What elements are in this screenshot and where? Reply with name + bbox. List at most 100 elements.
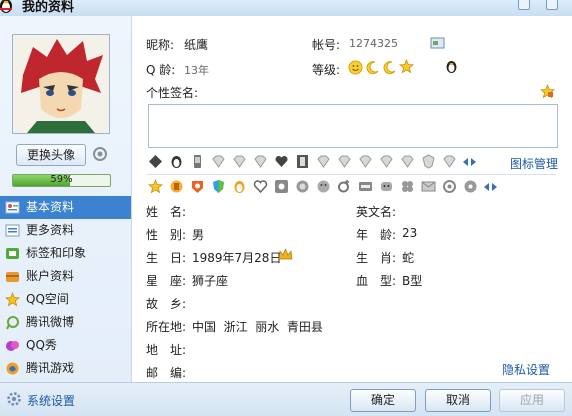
qq-penguin-icon[interactable] bbox=[169, 154, 184, 169]
gear-icon[interactable] bbox=[6, 391, 22, 407]
postcode-label: 邮 编: bbox=[146, 366, 187, 380]
sidebar-item-qqshow[interactable]: QQ秀 bbox=[0, 334, 131, 357]
signature-input[interactable] bbox=[148, 104, 558, 148]
scroll-left-arrow[interactable] bbox=[484, 183, 489, 191]
change-avatar-button[interactable]: 更换头像 bbox=[16, 144, 86, 166]
diamond-icon[interactable] bbox=[211, 154, 226, 169]
smiley-icon[interactable] bbox=[316, 179, 331, 194]
sidebar-item-label: 账户资料 bbox=[26, 269, 75, 283]
id-card-icon[interactable] bbox=[430, 36, 445, 51]
account-icon bbox=[6, 272, 19, 282]
qq-penguin-icon[interactable] bbox=[232, 179, 247, 194]
shield-s-icon[interactable] bbox=[421, 154, 436, 169]
profile-card-icon bbox=[5, 201, 20, 214]
cancel-button[interactable]: 取消 bbox=[425, 389, 491, 412]
apply-button[interactable]: 应用 bbox=[499, 389, 565, 412]
sidebar-item-account[interactable]: 账户资料 bbox=[0, 265, 131, 288]
sidebar-item-weibo[interactable]: 腾讯微博 bbox=[0, 311, 131, 334]
diamond-icon[interactable] bbox=[379, 154, 394, 169]
diamond-icon[interactable] bbox=[358, 154, 373, 169]
sidebar-item-label: QQ秀 bbox=[26, 338, 57, 352]
weibo-icon bbox=[6, 316, 19, 330]
level-label: 等级: bbox=[312, 63, 341, 77]
birthday-value: 1989年7月28日 bbox=[192, 251, 282, 265]
sidebar-item-more-info[interactable]: 更多资料 bbox=[0, 219, 131, 242]
sidebar-item-label: 腾讯微博 bbox=[26, 315, 75, 329]
ring-icon[interactable] bbox=[442, 179, 457, 194]
qq-penguin-icon bbox=[0, 0, 12, 13]
scroll-right-arrow[interactable] bbox=[492, 183, 497, 191]
age-value: 23 bbox=[402, 226, 418, 240]
minimize-button[interactable] bbox=[518, 0, 530, 10]
location-label: 所在地: bbox=[146, 320, 187, 334]
hometown-label: 故 乡: bbox=[146, 297, 187, 311]
signature-label: 个性签名: bbox=[146, 86, 199, 100]
film-icon[interactable] bbox=[295, 154, 310, 169]
sidebar-item-label: 腾讯游戏 bbox=[26, 361, 75, 375]
game-icon bbox=[6, 362, 19, 375]
diamond-icon[interactable] bbox=[442, 154, 457, 169]
sidebar-item-games[interactable]: 腾讯游戏 bbox=[0, 357, 131, 380]
q-plus-icon[interactable] bbox=[337, 179, 352, 194]
diamond-icon[interactable] bbox=[400, 154, 415, 169]
badge-icon[interactable] bbox=[190, 179, 205, 194]
nickname-label: 昵称: bbox=[146, 38, 175, 52]
heart-icon[interactable] bbox=[274, 154, 289, 169]
privacy-settings-link[interactable]: 隐私设置 bbox=[502, 361, 550, 378]
robot-icon[interactable] bbox=[379, 179, 394, 194]
system-settings-link[interactable]: 系统设置 bbox=[27, 392, 75, 409]
star-edit-icon[interactable] bbox=[540, 84, 555, 99]
tag-icon bbox=[6, 248, 19, 259]
divider bbox=[146, 174, 556, 175]
heart-icon[interactable] bbox=[253, 179, 268, 194]
avatar[interactable] bbox=[12, 34, 110, 134]
blood-label: 血 型: bbox=[356, 274, 397, 288]
sidebar-item-label: 标签和印象 bbox=[26, 246, 87, 260]
phone-icon[interactable] bbox=[190, 154, 205, 169]
sidebar-item-tags[interactable]: 标签和印象 bbox=[0, 242, 131, 265]
sidebar-item-label: 基本资料 bbox=[26, 200, 75, 214]
clover-icon[interactable] bbox=[400, 179, 415, 194]
sidebar-item-label: 更多资料 bbox=[26, 223, 75, 237]
mail-icon[interactable] bbox=[421, 179, 436, 194]
music-icon[interactable] bbox=[274, 179, 289, 194]
camera-icon[interactable] bbox=[92, 146, 108, 162]
close-button[interactable] bbox=[546, 0, 558, 10]
photo-icon[interactable] bbox=[295, 179, 310, 194]
diamond-icon[interactable] bbox=[316, 154, 331, 169]
name-label: 姓 名: bbox=[146, 205, 187, 219]
qage-label: Q 龄: bbox=[146, 63, 176, 77]
coin-icon[interactable] bbox=[169, 179, 184, 194]
english-name-label: 英文名: bbox=[356, 205, 397, 219]
star-icon[interactable] bbox=[148, 179, 163, 194]
account-label: 帐号: bbox=[312, 38, 341, 52]
diamond-icon[interactable] bbox=[232, 154, 247, 169]
music-disc-icon[interactable] bbox=[463, 179, 478, 194]
sun-icon bbox=[348, 60, 363, 75]
app-icon[interactable] bbox=[358, 179, 373, 194]
qage-value: 13年 bbox=[184, 64, 209, 77]
star-icon bbox=[5, 292, 20, 307]
zodiac-value: 蛇 bbox=[402, 251, 415, 265]
qqshow-icon bbox=[6, 341, 19, 351]
icon-manage-link[interactable]: 图标管理 bbox=[510, 155, 558, 172]
diamond-icon[interactable] bbox=[337, 154, 352, 169]
gender-label: 性 别: bbox=[146, 228, 187, 242]
qq-penguin-icon[interactable] bbox=[444, 59, 459, 74]
more-info-icon bbox=[5, 224, 20, 237]
sidebar-item-basic-info[interactable]: 基本资料 bbox=[0, 196, 131, 219]
gender-value: 男 bbox=[192, 228, 205, 242]
ok-button[interactable]: 确定 bbox=[350, 389, 416, 412]
diamond-icon[interactable] bbox=[253, 154, 268, 169]
scroll-left-arrow[interactable] bbox=[463, 158, 468, 166]
nickname-value: 纸鹰 bbox=[184, 38, 209, 52]
scroll-right-arrow[interactable] bbox=[471, 158, 476, 166]
footer-bar: 系统设置 确定 取消 应用 bbox=[0, 382, 572, 416]
location-value: 中国 浙江 丽水 青田县 bbox=[192, 320, 323, 334]
shield-icon[interactable] bbox=[211, 179, 226, 194]
age-label: 年 龄: bbox=[356, 228, 397, 242]
crown-icon bbox=[278, 248, 293, 260]
sidebar-item-qzone[interactable]: QQ空间 bbox=[0, 288, 131, 311]
diamond-icon[interactable] bbox=[148, 154, 163, 169]
constellation-value: 狮子座 bbox=[192, 274, 229, 288]
